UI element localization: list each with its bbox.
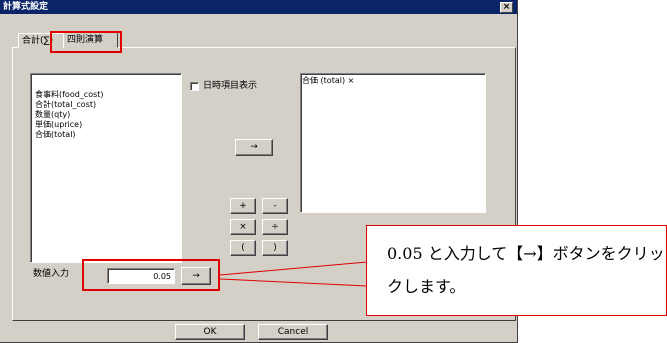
instruction-callout: 0.05 と入力して【→】ボタンをクリックします。	[366, 225, 667, 316]
callout-text: 0.05 と入力して【→】ボタンをクリックします。	[387, 244, 665, 296]
